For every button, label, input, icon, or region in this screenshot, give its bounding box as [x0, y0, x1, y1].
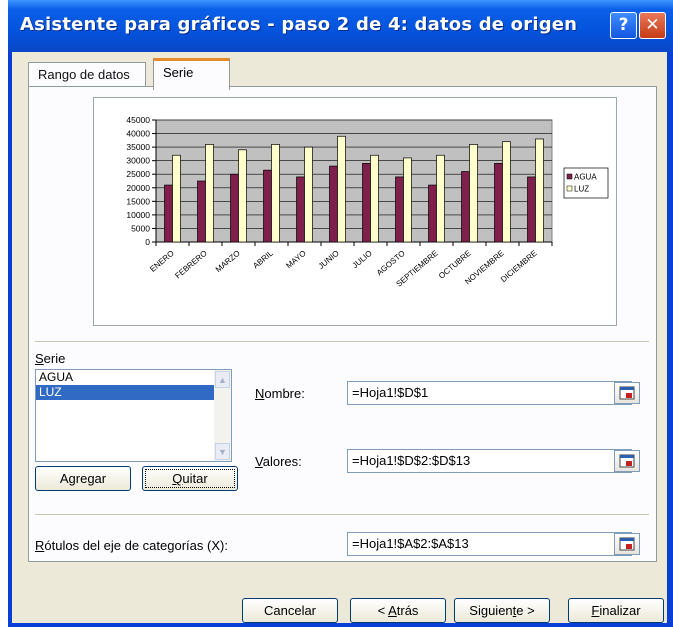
y-tick-label: 0	[145, 237, 150, 247]
bar-luz	[535, 138, 544, 243]
listbox-scrollbar[interactable]: ▲ ▼	[214, 370, 231, 461]
legend-swatch	[566, 185, 573, 192]
y-tick-label: 15000	[126, 196, 150, 206]
y-tick-label: 30000	[126, 156, 150, 166]
y-tick-label: 35000	[126, 142, 150, 152]
rotulos-label: Rótulos del eje de categorías (X):	[35, 538, 228, 553]
serie-label: Serie	[35, 351, 66, 366]
y-tick-label: 5000	[131, 223, 150, 233]
range-selector-icon	[619, 454, 635, 468]
bar-agua	[362, 163, 371, 243]
scroll-up-arrow-icon[interactable]: ▲	[215, 371, 230, 388]
rotulos-input[interactable]: =Hoja1!$A$2:$A$13	[347, 532, 632, 556]
series-listbox[interactable]: AGUA LUZ ▲ ▼	[35, 369, 232, 462]
bar-luz	[304, 146, 313, 243]
separator	[35, 514, 649, 516]
quitar-button[interactable]: Quitar	[142, 466, 238, 491]
valores-label: Valores:	[255, 454, 302, 469]
x-tick-label: AGOSTO	[375, 249, 407, 278]
bar-agua	[197, 180, 206, 243]
bar-luz	[436, 154, 445, 243]
bar-agua	[230, 173, 239, 243]
x-tick-label: MARZO	[214, 249, 242, 274]
finalizar-button[interactable]: Finalizar	[568, 598, 664, 623]
valores-collapse-range-button[interactable]	[614, 450, 640, 472]
bar-luz	[370, 154, 379, 243]
title-bar[interactable]: Asistente para gráficos - paso 2 de 4: d…	[8, 0, 673, 52]
x-tick-label: MAYO	[284, 249, 307, 271]
agregar-button[interactable]: Agregar	[35, 466, 131, 491]
rotulos-collapse-range-button[interactable]	[614, 533, 640, 555]
bar-luz	[337, 135, 346, 243]
bar-agua	[494, 163, 503, 243]
help-button[interactable]: ?	[610, 12, 637, 39]
bar-agua	[527, 176, 536, 243]
bar-luz	[502, 141, 511, 243]
bar-agua	[263, 169, 272, 243]
separator	[35, 341, 649, 343]
wizard-window: Asistente para gráficos - paso 2 de 4: d…	[8, 0, 673, 627]
y-tick-label: 10000	[126, 210, 150, 220]
nombre-input[interactable]: =Hoja1!$D$1	[347, 381, 632, 405]
dialog-client: Rango de datos Serie 45000 40000 35000 3000…	[12, 52, 667, 623]
bar-agua	[395, 176, 404, 243]
bar-luz	[172, 154, 181, 243]
bar-luz	[469, 144, 478, 243]
bar-agua	[461, 171, 470, 243]
scroll-down-arrow-icon[interactable]: ▼	[215, 443, 230, 460]
y-tick-label: 40000	[126, 129, 150, 139]
close-button[interactable]: ✕	[639, 12, 666, 39]
serie-tab-panel: 45000 40000 35000 30000 25000 20000 15000 10000…	[28, 86, 657, 562]
bar-luz	[205, 144, 214, 243]
nombre-collapse-range-button[interactable]	[614, 382, 640, 404]
y-tick-label: 25000	[126, 169, 150, 179]
y-tick-label: 20000	[126, 183, 150, 193]
bar-luz	[403, 157, 412, 243]
legend-label: AGUA	[574, 173, 597, 182]
cancelar-button[interactable]: Cancelar	[242, 598, 338, 623]
x-tick-label: FEBRERO	[173, 249, 208, 281]
x-tick-label: ABRIL	[251, 248, 275, 270]
bar-agua	[296, 176, 305, 243]
tab-serie[interactable]: Serie	[153, 58, 230, 90]
list-item-agua[interactable]: AGUA	[36, 370, 215, 385]
bar-agua	[329, 165, 338, 243]
bar-agua	[164, 184, 173, 243]
x-tick-label: JUNIO	[317, 249, 341, 271]
x-tick-label: DICIEMBRE	[499, 249, 539, 284]
nombre-label: Nombre:	[255, 386, 305, 401]
x-tick-label: ENERO	[148, 249, 176, 274]
range-selector-icon	[619, 386, 635, 400]
chart-svg: 45000 40000 35000 30000 25000 20000 15000 10000…	[126, 115, 609, 289]
chart-preview: 45000 40000 35000 30000 25000 20000 15000 10000…	[93, 97, 617, 326]
range-selector-icon	[619, 537, 635, 551]
bar-luz	[238, 149, 247, 243]
plot-area	[155, 119, 553, 243]
x-tick-label: JULIO	[351, 249, 374, 270]
tab-rango-de-datos[interactable]: Rango de datos	[28, 62, 146, 87]
y-tick-label: 45000	[126, 115, 150, 125]
atras-button[interactable]: < Atrás	[350, 598, 446, 623]
legend-swatch	[566, 173, 573, 180]
valores-input[interactable]: =Hoja1!$D$2:$D$13	[347, 449, 632, 473]
window-title: Asistente para gráficos - paso 2 de 4: d…	[20, 14, 578, 35]
legend-label: LUZ	[574, 185, 589, 194]
list-item-luz[interactable]: LUZ	[36, 385, 215, 400]
siguiente-button[interactable]: Siguiente >	[454, 598, 550, 623]
bar-luz	[271, 144, 280, 243]
bar-agua	[428, 184, 437, 243]
